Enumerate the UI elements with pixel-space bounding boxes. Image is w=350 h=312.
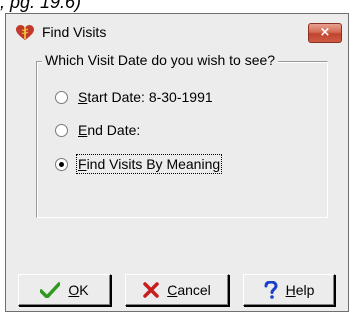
label-text: nd Date: bbox=[87, 122, 141, 138]
label-text: tart Date: 8-30-1991 bbox=[87, 89, 213, 105]
close-button[interactable]: × bbox=[308, 23, 342, 43]
document-fragment-text: , pg. 19.6) bbox=[0, 0, 82, 12]
radio-end-date[interactable]: End Date: bbox=[55, 120, 140, 140]
mnemonic-letter: S bbox=[78, 89, 88, 105]
heart-caduceus-icon bbox=[16, 25, 34, 41]
ok-label: OK bbox=[68, 282, 89, 298]
help-label: Help bbox=[285, 282, 315, 298]
label-text: ind Visits By Meaning bbox=[86, 156, 221, 172]
radio-button[interactable] bbox=[55, 90, 68, 104]
button-bar: OK Cancel Help bbox=[6, 269, 348, 312]
mnemonic-letter: E bbox=[78, 122, 88, 138]
x-icon bbox=[143, 282, 159, 298]
mnemonic-letter: F bbox=[78, 156, 87, 172]
cancel-button[interactable]: Cancel bbox=[125, 274, 229, 306]
close-icon: × bbox=[319, 25, 331, 40]
find-visits-dialog: Find Visits × Which Visit Date do you wi… bbox=[5, 13, 349, 312]
dialog-title: Find Visits bbox=[42, 24, 107, 40]
radio-button[interactable] bbox=[55, 123, 68, 137]
title-bar[interactable]: Find Visits × bbox=[6, 14, 348, 50]
radio-label-find-visits-by-meaning[interactable]: Find Visits By Meaning bbox=[75, 154, 223, 174]
question-mark-icon bbox=[264, 281, 278, 299]
radio-label-end-date[interactable]: End Date: bbox=[78, 122, 140, 138]
cancel-label: Cancel bbox=[167, 282, 211, 298]
checkmark-icon bbox=[40, 282, 61, 298]
radio-start-date[interactable]: Start Date: 8-30-1991 bbox=[55, 87, 213, 107]
ok-button[interactable]: OK bbox=[18, 274, 111, 306]
radio-label-start-date[interactable]: Start Date: 8-30-1991 bbox=[78, 89, 213, 105]
groupbox-label: Which Visit Date do you wish to see? bbox=[42, 52, 279, 68]
help-button[interactable]: Help bbox=[243, 274, 335, 306]
radio-button-selected[interactable] bbox=[55, 157, 68, 171]
radio-find-visits-by-meaning[interactable]: Find Visits By Meaning bbox=[55, 154, 223, 174]
